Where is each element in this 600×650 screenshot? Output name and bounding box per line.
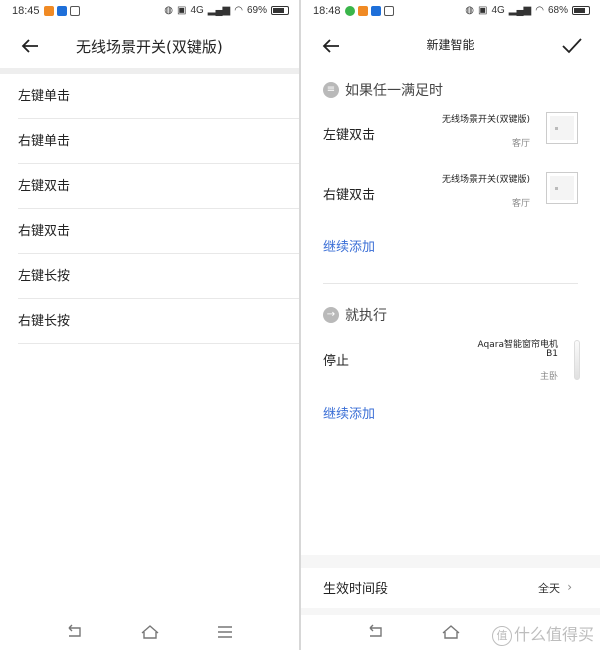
- status-time: 18:45: [12, 5, 40, 17]
- notification-icons: [345, 6, 394, 16]
- action-label: 停止: [323, 354, 350, 369]
- list-item[interactable]: 右键单击: [18, 119, 299, 164]
- app-notification-icon: [70, 6, 80, 16]
- battery-icon: [572, 6, 590, 15]
- switch-device-icon: [546, 112, 578, 144]
- arrow-right-icon: →: [323, 307, 339, 323]
- status-right: ◍ ▣ 4G ▂▄▆ ◠ 69%: [164, 5, 289, 16]
- device-room: 客厅: [511, 139, 530, 149]
- app-header: 无线场景开关(双键版): [0, 24, 299, 68]
- add-action-link[interactable]: 继续添加: [323, 403, 375, 422]
- actions-heading: → 就执行: [323, 305, 387, 325]
- status-right: ◍ ▣ 4G ▂▄▆ ◠ 68%: [465, 5, 590, 16]
- device-room: 主卧: [539, 372, 558, 382]
- app-notification-icon: [384, 6, 394, 16]
- signal-icon: ▂▄▆: [207, 4, 231, 16]
- wifi-icon: ◠: [234, 4, 243, 16]
- nav-bar: 值什么值得买: [301, 615, 600, 650]
- effective-time-value: 全天: [538, 582, 560, 595]
- condition-label: 右键双击: [323, 188, 376, 203]
- nav-menu-icon[interactable]: [215, 623, 235, 641]
- battery-percent: 69%: [246, 5, 267, 16]
- vibrate-icon: ◍: [465, 4, 474, 16]
- network-type: 4G: [190, 4, 204, 16]
- nav-back-icon[interactable]: [65, 623, 85, 641]
- list-item[interactable]: 左键双击: [18, 164, 299, 209]
- nav-home-icon[interactable]: [140, 623, 160, 641]
- curtain-motor-icon: [574, 340, 580, 380]
- vibrate-icon: ◍: [164, 4, 173, 16]
- effective-time-label: 生效时间段: [323, 582, 389, 597]
- device-name-line2: B1: [546, 349, 558, 359]
- list-item[interactable]: 右键长按: [18, 299, 299, 344]
- watermark-text: 什么值得买: [513, 625, 594, 644]
- nav-home-icon[interactable]: [441, 623, 461, 641]
- signal-icon: ▂▄▆: [508, 4, 532, 16]
- status-bar: 18:45 ◍ ▣ 4G ▂▄▆ ◠ 69%: [0, 0, 299, 24]
- battery-icon: [271, 6, 289, 15]
- effective-time-row[interactable]: 生效时间段 全天 ›: [301, 568, 600, 608]
- list-icon: ≡: [323, 82, 339, 98]
- notification-icons: [44, 6, 80, 16]
- arrow-left-icon[interactable]: [18, 34, 42, 58]
- device-room: 客厅: [511, 199, 530, 209]
- device-name: 无线场景开关(双键版): [441, 115, 530, 125]
- watermark: 值什么值得买: [491, 621, 594, 646]
- page-title: 新建智能: [426, 38, 475, 52]
- app-header: 新建智能: [301, 24, 600, 68]
- battery-percent: 68%: [547, 5, 568, 16]
- network-type: 4G: [491, 4, 505, 16]
- app-notification-icon: [57, 6, 67, 16]
- list-item[interactable]: 左键长按: [18, 254, 299, 299]
- list-item[interactable]: 左键单击: [18, 74, 299, 119]
- page-title: 无线场景开关(双键版): [76, 38, 223, 56]
- conditions-heading-text: 如果任一满足时: [345, 83, 443, 99]
- conditions-heading: ≡ 如果任一满足时: [323, 80, 443, 100]
- status-time: 18:48: [313, 5, 341, 17]
- nfc-icon: ▣: [176, 4, 187, 16]
- status-bar: 18:48 ◍ ▣ 4G ▂▄▆ ◠ 68%: [301, 0, 600, 24]
- chevron-right-icon: ›: [567, 580, 572, 594]
- check-icon[interactable]: [560, 34, 584, 58]
- nav-bar: [0, 615, 299, 650]
- trigger-list: 左键单击 右键单击 左键双击 右键双击 左键长按 右键长按: [0, 74, 299, 344]
- list-item[interactable]: 右键双击: [18, 209, 299, 254]
- section-separator: [323, 283, 578, 284]
- add-condition-link[interactable]: 继续添加: [323, 236, 375, 255]
- app-notification-icon: [371, 6, 381, 16]
- app-notification-icon: [345, 6, 355, 16]
- condition-label: 左键双击: [323, 128, 376, 143]
- condition-row[interactable]: 左键双击 无线场景开关(双键版) 客厅: [323, 106, 580, 162]
- app-notification-icon: [44, 6, 54, 16]
- app-notification-icon: [358, 6, 368, 16]
- right-screen: 18:48 ◍ ▣ 4G ▂▄▆ ◠ 68% 新建智能 ≡ 如果任一满足时 左键…: [301, 0, 600, 650]
- switch-device-icon: [546, 172, 578, 204]
- device-name: 无线场景开关(双键版): [441, 175, 530, 185]
- watermark-logo: 值: [491, 625, 512, 646]
- actions-heading-text: 就执行: [345, 308, 387, 324]
- wifi-icon: ◠: [535, 4, 544, 16]
- nfc-icon: ▣: [477, 4, 488, 16]
- nav-back-icon[interactable]: [366, 623, 386, 641]
- condition-row[interactable]: 右键双击 无线场景开关(双键版) 客厅: [323, 166, 580, 222]
- left-screen: 18:45 ◍ ▣ 4G ▂▄▆ ◠ 69% 无线场景开关(双键版) 左键单击 …: [0, 0, 299, 650]
- action-row[interactable]: 停止 Aqara智能窗帘电机 B1 主卧: [323, 334, 580, 386]
